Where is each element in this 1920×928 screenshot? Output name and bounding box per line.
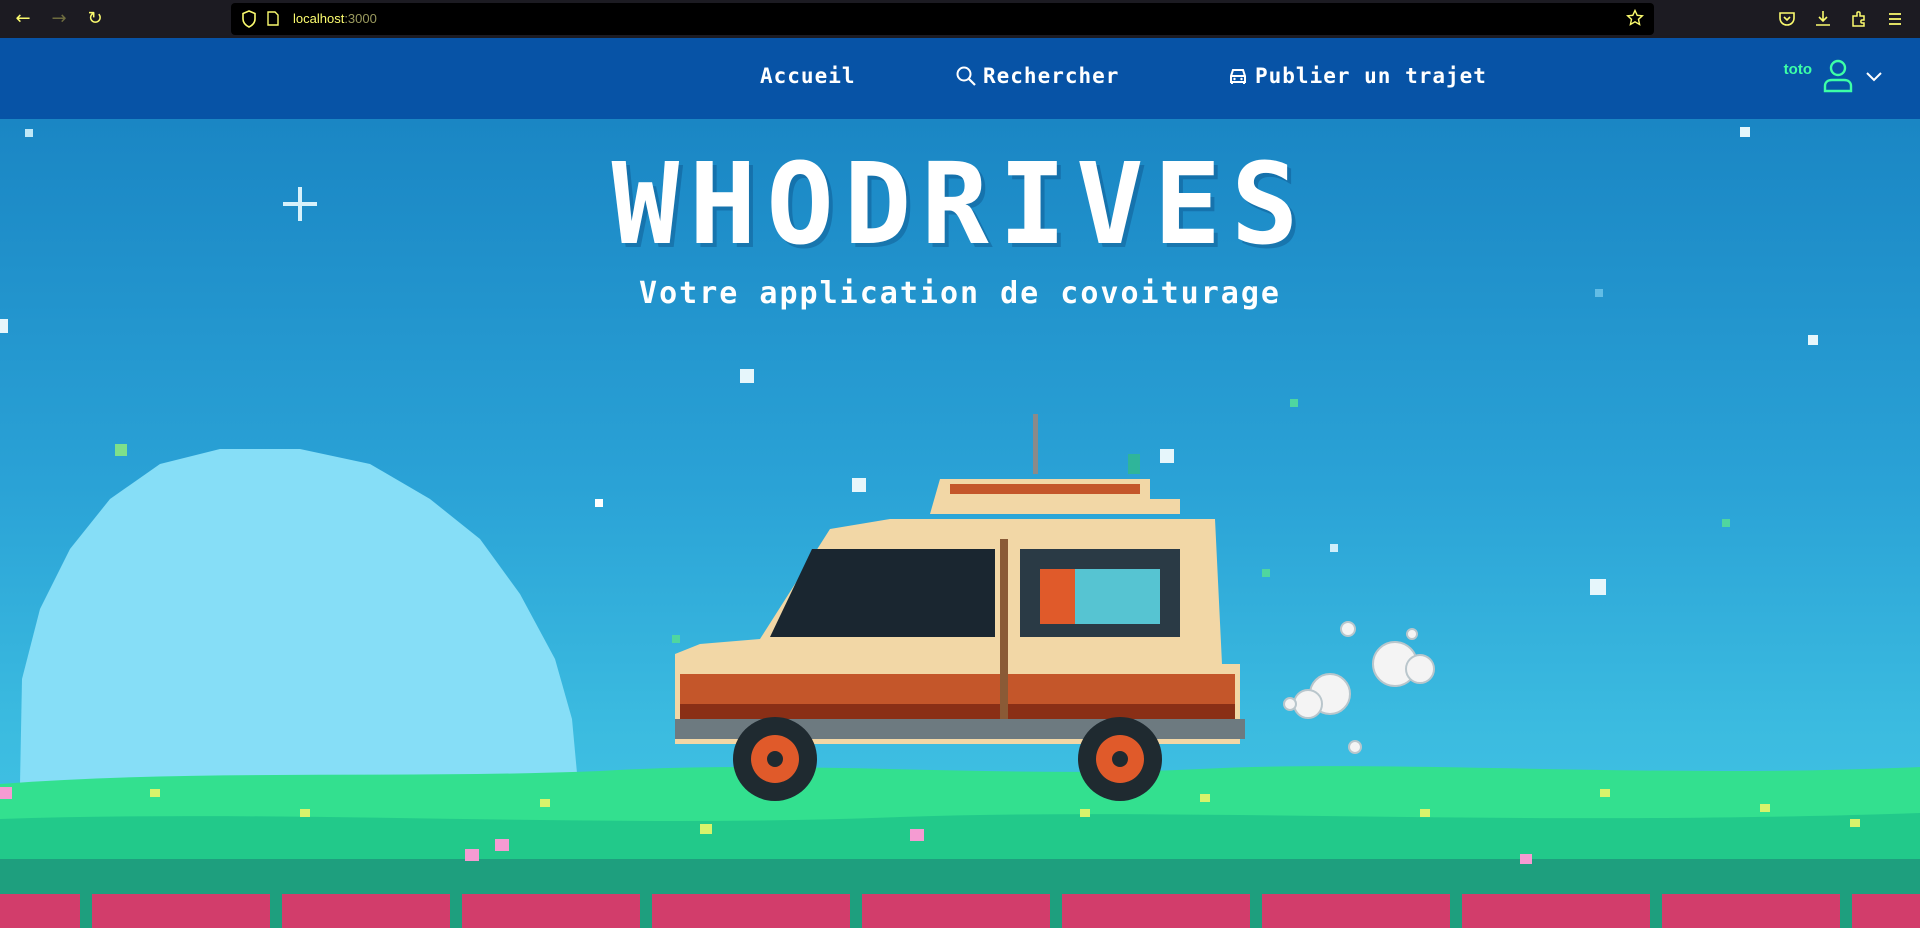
menu-icon[interactable] xyxy=(1884,8,1906,30)
site-navbar: Accueil Rechercher Publier un trajet tot… xyxy=(0,38,1920,119)
car-icon xyxy=(1230,69,1246,84)
user-menu[interactable]: toto xyxy=(1784,58,1884,94)
browser-toolbar: ← → ↻ localhost:3000 xyxy=(0,0,1920,38)
address-bar[interactable]: localhost:3000 xyxy=(231,3,1654,35)
chevron-down-icon[interactable] xyxy=(1864,66,1884,86)
download-icon[interactable] xyxy=(1812,8,1834,30)
user-icon xyxy=(1823,59,1853,93)
back-icon[interactable]: ← xyxy=(12,8,34,30)
moon-shape xyxy=(20,449,578,784)
hero-banner: WHODRIVES Votre application de covoitura… xyxy=(0,119,1920,928)
exhaust-smoke xyxy=(1283,621,1435,754)
nav-search-label: Rechercher xyxy=(983,64,1120,88)
hero-title: WHODRIVES xyxy=(611,140,1309,270)
pocket-icon[interactable] xyxy=(1776,8,1798,30)
hero-subtitle: Votre application de covoiturage xyxy=(639,276,1281,311)
shield-icon[interactable] xyxy=(241,10,257,28)
user-name: toto xyxy=(1783,61,1812,78)
nav-publish-label: Publier un trajet xyxy=(1255,64,1487,88)
nav-publish-link[interactable]: Publier un trajet xyxy=(1227,64,1487,88)
forward-icon[interactable]: → xyxy=(48,8,70,30)
url-text[interactable]: localhost:3000 xyxy=(293,11,377,26)
nav-search-link[interactable]: Rechercher xyxy=(955,64,1119,88)
reload-icon[interactable]: ↻ xyxy=(84,8,106,30)
nav-home-link[interactable]: Accueil xyxy=(760,64,856,88)
bookmark-star-icon[interactable] xyxy=(1626,9,1644,27)
search-icon xyxy=(956,66,976,86)
extensions-icon[interactable] xyxy=(1848,8,1870,30)
page-icon xyxy=(267,11,279,26)
nav-home-label: Accueil xyxy=(760,64,856,88)
van-illustration xyxy=(675,414,1245,801)
